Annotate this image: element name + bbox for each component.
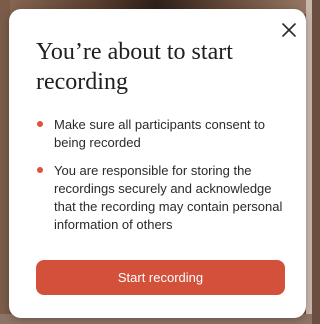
- recording-consent-modal: You’re about to start recording Make sur…: [9, 9, 306, 318]
- bullet-text: You are responsible for storing the reco…: [54, 163, 283, 232]
- background-edge-right: [306, 0, 312, 324]
- consent-bullet-list: Make sure all participants consent to be…: [36, 116, 286, 244]
- bullet-consent: Make sure all participants consent to be…: [36, 116, 286, 152]
- bullet-responsibility: You are responsible for storing the reco…: [36, 162, 286, 234]
- close-button[interactable]: [278, 19, 300, 41]
- bullet-text: Make sure all participants consent to be…: [54, 117, 265, 150]
- start-recording-button[interactable]: Start recording: [36, 260, 285, 295]
- close-icon: [282, 23, 296, 37]
- modal-title: You’re about to start recording: [36, 39, 233, 95]
- bullet-dot-icon: [37, 167, 43, 173]
- bullet-dot-icon: [37, 121, 43, 127]
